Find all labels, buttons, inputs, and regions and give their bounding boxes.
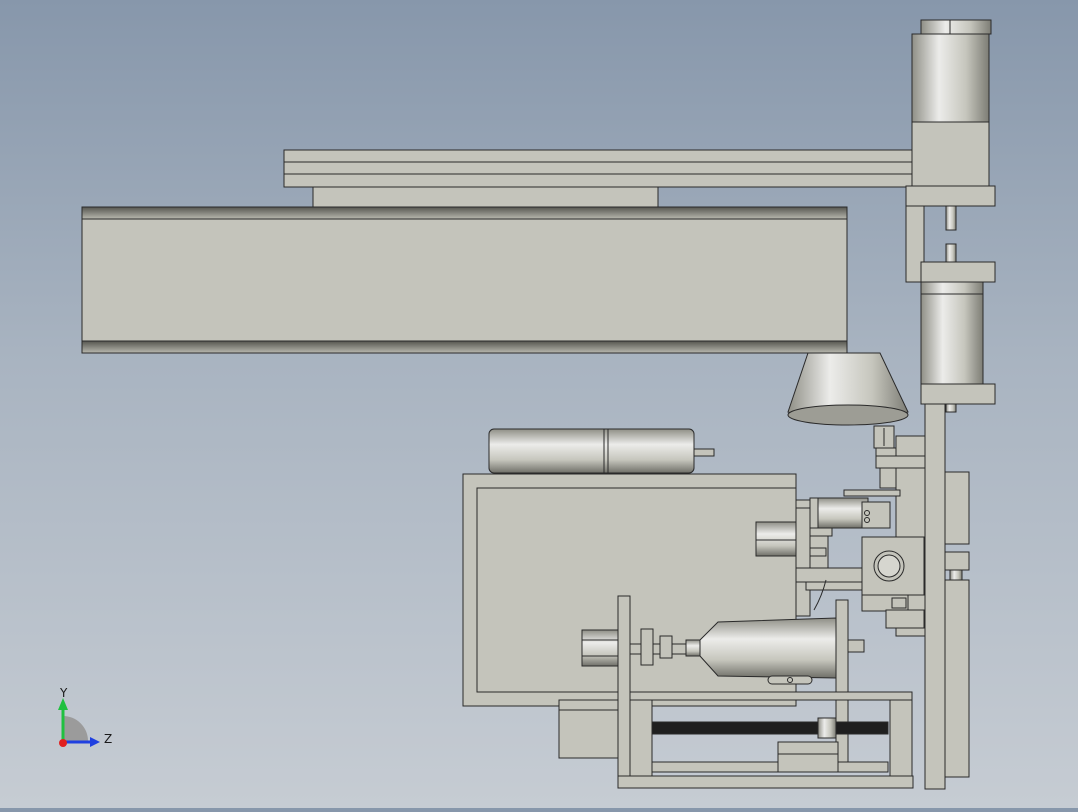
triad-arc <box>63 716 88 741</box>
main-beam <box>81 206 848 354</box>
y-axis-label: Y <box>60 686 68 700</box>
motor <box>488 428 715 474</box>
cad-viewport[interactable] <box>0 0 1078 808</box>
coordinate-triad: Y Z <box>50 686 120 756</box>
z-axis-arrowhead <box>90 737 100 747</box>
bell-cone <box>787 352 909 457</box>
triad-origin <box>59 739 67 747</box>
machine-drawing <box>81 19 996 790</box>
upper-rail <box>283 149 915 208</box>
vertical-column <box>905 19 996 790</box>
z-axis-label: Z <box>104 732 113 746</box>
